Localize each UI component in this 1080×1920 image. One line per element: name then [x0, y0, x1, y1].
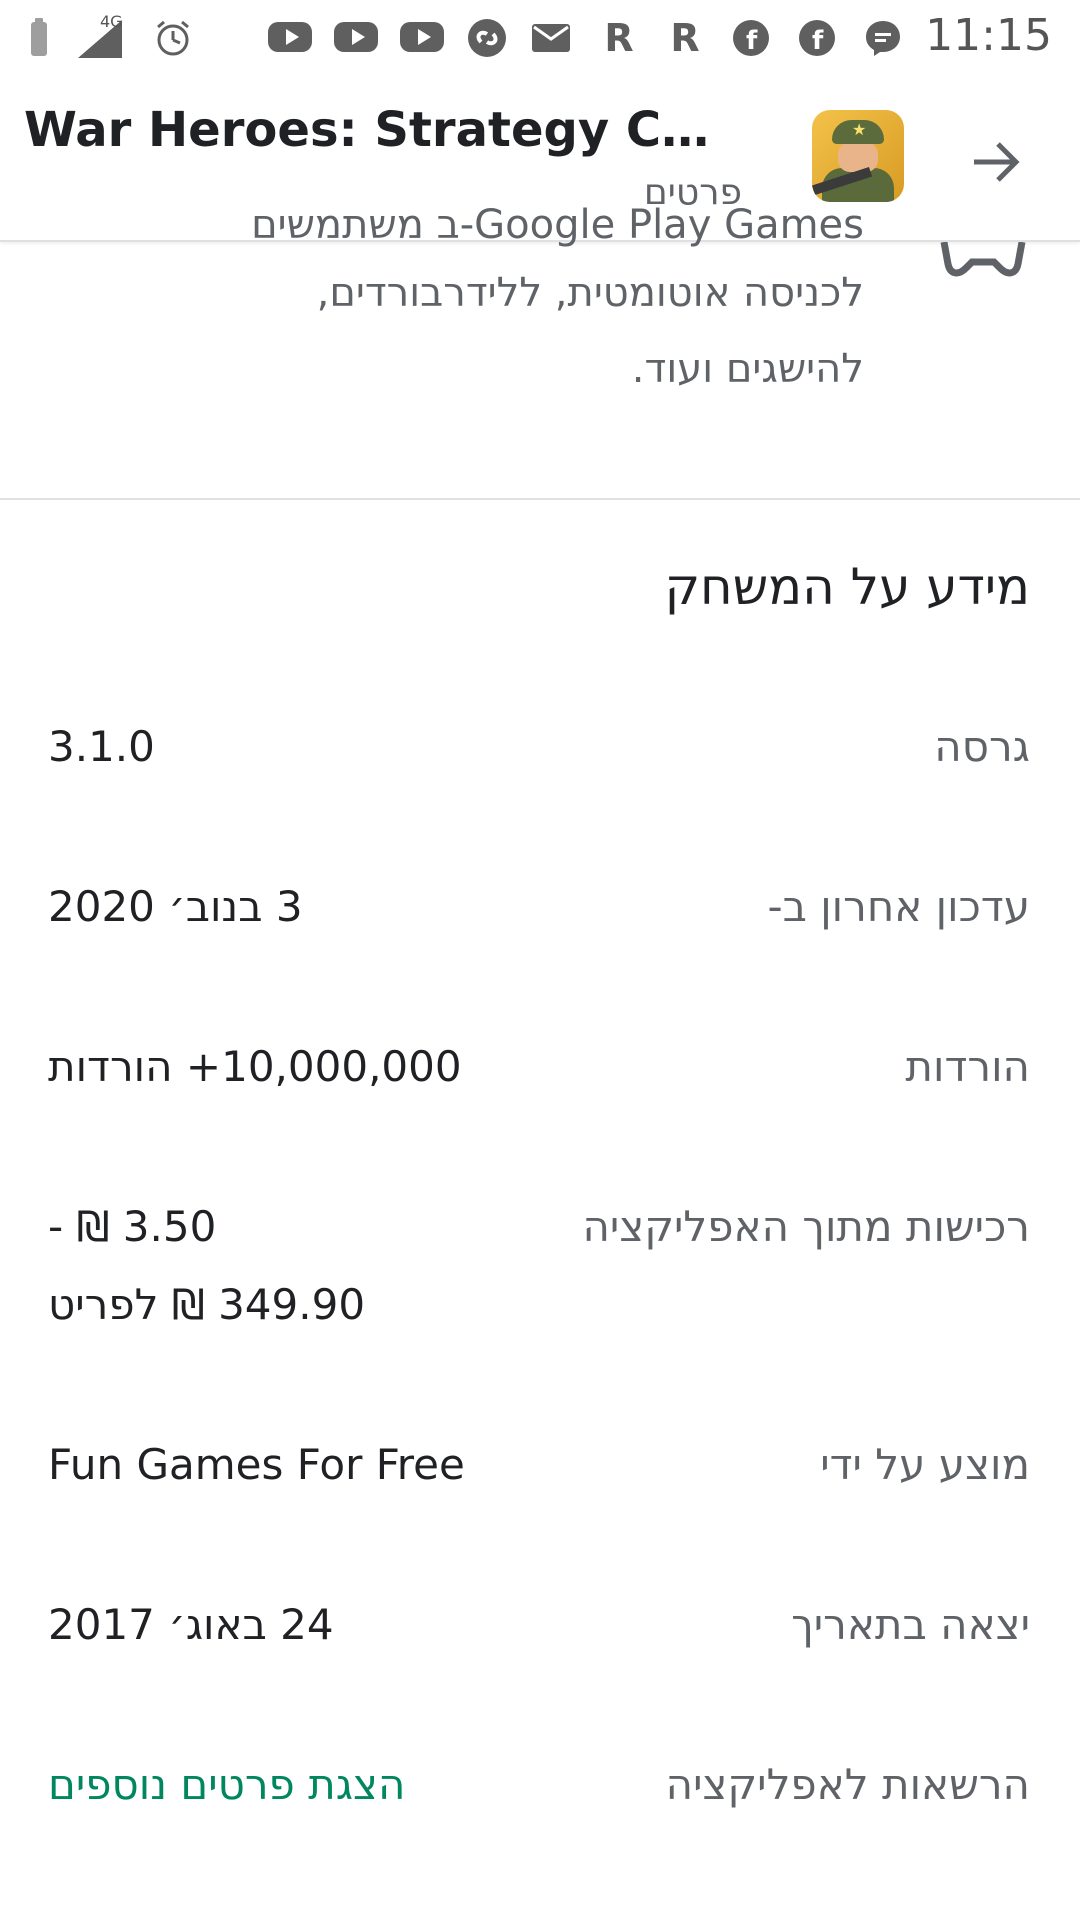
info-value: 10,000,000+ הורדות [48, 1042, 462, 1091]
youtube-icon [400, 22, 444, 52]
description-cut-line: Google Play Games-ב משתמשים [251, 202, 864, 248]
info-label: מוצע על ידי [820, 1440, 1030, 1489]
section-divider [0, 498, 1080, 500]
info-label: הורדות [905, 1042, 1030, 1091]
view-details-link[interactable]: הצגת פרטים נוספים [48, 1760, 405, 1809]
shazam-icon [466, 18, 508, 58]
back-arrow-button[interactable] [966, 132, 1026, 192]
youtube-icon [334, 22, 378, 52]
network-type-label: 4G [100, 12, 123, 31]
info-value: 3.1.0 [48, 722, 155, 771]
info-value: 349.90 ₪ לפריט [48, 1280, 366, 1329]
gamepad-icon [940, 242, 1026, 277]
facebook-icon: f [730, 18, 772, 58]
svg-text:f: f [812, 26, 824, 56]
info-value: Fun Games For Free [48, 1440, 465, 1489]
svg-text:f: f [746, 26, 758, 56]
facebook-icon: f [796, 18, 838, 58]
info-value: 3 בנוב׳ 2020 [48, 882, 303, 931]
section-title: מידע על המשחק [664, 558, 1030, 616]
info-value: 3.50 ₪ - [48, 1202, 217, 1251]
messenger-icon [862, 18, 904, 58]
app-title: War Heroes: Strategy Car... [24, 102, 714, 158]
description-line: לכניסה אוטומטית, ללידרבורדים, [316, 270, 864, 316]
games-description: Google Play Games-ב משתמשים לכניסה אוטומ… [0, 202, 1080, 500]
info-label: הרשאות לאפליקציה [665, 1760, 1030, 1809]
rakuten-icon: R [604, 16, 634, 60]
youtube-icon [268, 22, 312, 52]
app-icon[interactable]: ★ [812, 110, 904, 202]
battery-icon [28, 18, 50, 58]
status-clock: 11:15 [925, 10, 1052, 61]
info-label: גרסה [934, 722, 1030, 771]
description-line: להישגים ועוד. [631, 346, 864, 392]
status-bar: 4G R R f f 11:15 [0, 0, 1080, 72]
info-label: יצאה בתאריך [791, 1600, 1030, 1649]
alarm-icon [152, 18, 194, 58]
info-label: עדכון אחרון ב- [767, 882, 1030, 931]
info-label: רכישות מתוך האפליקציה [582, 1202, 1030, 1251]
gmail-icon [530, 18, 572, 58]
info-value: 24 באוג׳ 2017 [48, 1600, 334, 1649]
rakuten-icon: R [670, 16, 700, 60]
arrow-right-icon [974, 142, 1020, 182]
